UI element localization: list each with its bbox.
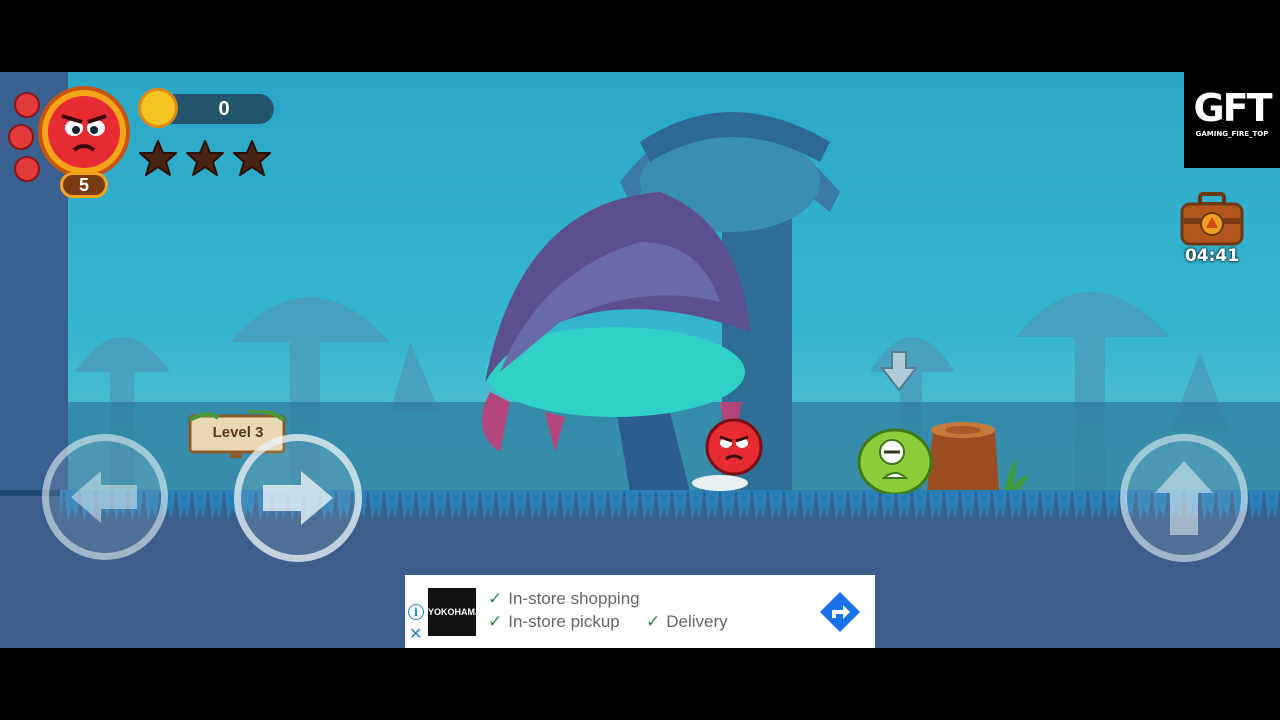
move-right-button[interactable]: [234, 434, 362, 562]
treasure-chest-button[interactable]: [1178, 192, 1246, 248]
ad-feature-shopping: In-store shopping: [508, 589, 640, 608]
move-left-button[interactable]: [42, 434, 168, 560]
grass-fringe: [60, 490, 1280, 530]
coin-icon: [138, 88, 178, 128]
left-arrow-icon: [71, 471, 137, 523]
player-avatar-icon: [48, 96, 120, 168]
star-icon: [233, 140, 271, 176]
ad-directions-icon[interactable]: [818, 590, 862, 634]
watermark-caption: GAMING_FIRE_TOP: [1195, 130, 1269, 138]
ad-brand-logo[interactable]: YOKOHAMA: [428, 588, 482, 636]
ad-feature-pickup: In-store pickup: [508, 612, 620, 631]
check-icon: ✓: [646, 612, 661, 631]
ad-info-icon[interactable]: i: [408, 604, 424, 620]
tree-stump: [927, 422, 1029, 490]
watermark-logo: GFT: [1193, 86, 1272, 130]
coin-count: 0: [218, 98, 230, 120]
lives-count-badge: 5: [60, 172, 108, 198]
life-icon: [8, 124, 34, 150]
ad-feature-line-2: ✓ In-store pickup: [488, 612, 620, 632]
up-arrow-icon: [1155, 461, 1213, 535]
player-red-ball: [692, 418, 763, 491]
check-icon: ✓: [488, 589, 503, 608]
ad-feature-line-1: ✓ In-store shopping: [488, 589, 640, 609]
check-icon: ✓: [488, 612, 503, 631]
channel-watermark: GFT GAMING_FIRE_TOP: [1184, 72, 1280, 168]
ad-close-icon[interactable]: ✕: [409, 626, 422, 642]
game-viewport[interactable]: Level 3 5 0 GFT GAMING_FIRE_TOP 04:41: [0, 72, 1280, 648]
jump-button[interactable]: [1120, 434, 1248, 562]
life-icon: [14, 92, 40, 118]
star-icon: [186, 140, 224, 176]
star-icon: [139, 140, 177, 176]
ad-feature-delivery: Delivery: [666, 612, 728, 631]
level-sign-label: Level 3: [212, 424, 264, 441]
countdown-timer: 04:41: [1184, 246, 1240, 266]
enemy-green-blob: [857, 428, 933, 494]
life-icon: [14, 156, 40, 182]
letterbox-bottom: [0, 648, 1280, 720]
right-arrow-icon: [263, 471, 333, 525]
letterbox-top: [0, 0, 1280, 72]
ad-feature-line-3: ✓ Delivery: [646, 612, 728, 632]
